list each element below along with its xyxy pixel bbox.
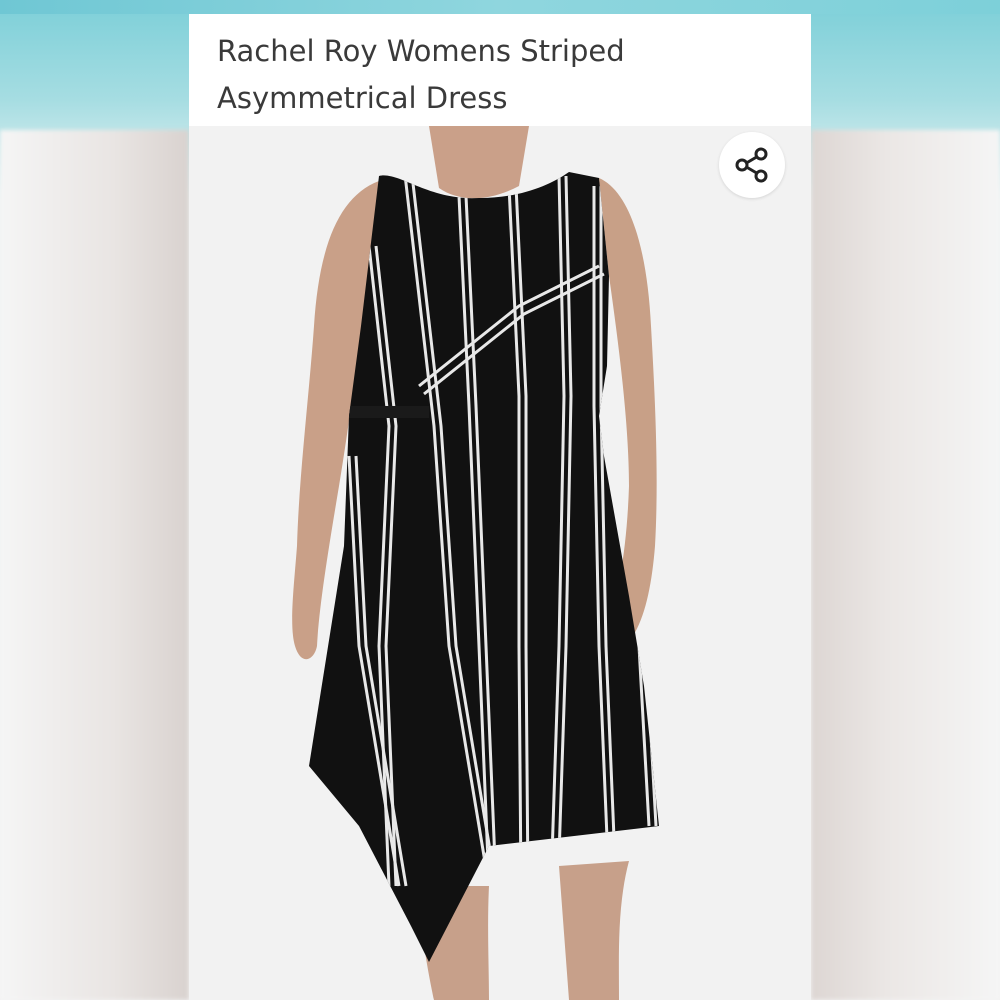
neck: [429, 126, 529, 199]
product-image[interactable]: [189, 126, 811, 1000]
top-gradient-strip: [0, 0, 1000, 14]
share-icon: [735, 147, 768, 183]
dress-photo: [292, 126, 659, 1000]
screenshot-frame: Rachel Roy Womens Striped Asymmetrical D…: [0, 0, 1000, 1000]
product-title[interactable]: Rachel Roy Womens Striped Asymmetrical D…: [217, 28, 777, 122]
share-button[interactable]: [719, 132, 785, 198]
blurred-background-right: [811, 130, 1000, 1000]
product-card: Rachel Roy Womens Striped Asymmetrical D…: [189, 14, 811, 1000]
product-header: Rachel Roy Womens Striped Asymmetrical D…: [189, 14, 811, 126]
blurred-background-left: [0, 130, 189, 1000]
